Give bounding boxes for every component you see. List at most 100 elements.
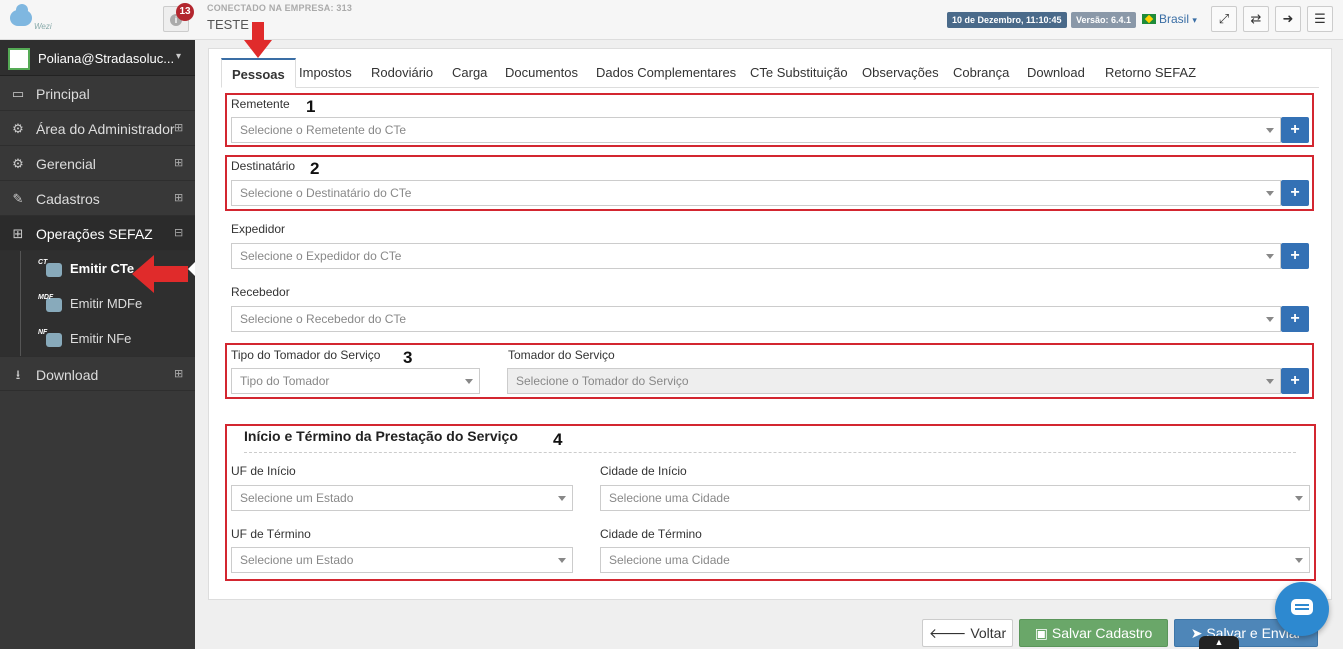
section-divider [244, 452, 1296, 453]
chat-widget-button[interactable] [1275, 582, 1329, 636]
red-arrow-left-annotation [132, 255, 188, 293]
recebedor-placeholder: Selecione o Recebedor do CTe [240, 312, 407, 326]
expand-icon: ⊞ [174, 157, 184, 169]
tab-documentos[interactable]: Documentos [495, 58, 588, 88]
notifications-button[interactable]: i 13 [163, 3, 194, 32]
fullscreen-button[interactable]: ⤢ [1211, 6, 1237, 32]
tomador-label: Tomador do Serviço [508, 348, 615, 362]
tab-pessoas[interactable]: Pessoas [221, 58, 296, 88]
tab-impostos[interactable]: Impostos [289, 58, 362, 88]
uf-termino-select[interactable]: Selecione um Estado [231, 547, 573, 573]
destinatario-select[interactable]: Selecione o Destinatário do CTe [231, 180, 1281, 206]
tab-retorno-sefaz[interactable]: Retorno SEFAZ [1095, 58, 1206, 88]
cidade-termino-placeholder: Selecione uma Cidade [609, 553, 730, 567]
caret-down-icon [1295, 496, 1303, 501]
user-menu[interactable]: Poliana@Stradasoluc... ▾ [0, 40, 195, 76]
back-button[interactable]: 🡐 Voltar [922, 619, 1013, 647]
sidebar-item-download[interactable]: ⭳ Download ⊞ [0, 356, 195, 391]
datetime-badge: 10 de Dezembro, 11:10:45 [947, 12, 1067, 28]
sidebar-item-cadastros[interactable]: ✎ Cadastros ⊞ [0, 181, 195, 216]
gears-icon: ⚙ [12, 121, 24, 136]
cte-document-icon: CT [38, 259, 66, 279]
tab-cobranca[interactable]: Cobrança [943, 58, 1019, 88]
tab-observacoes[interactable]: Observações [852, 58, 949, 88]
language-label: Brasil [1159, 12, 1190, 26]
avatar [8, 48, 30, 70]
app-logo[interactable]: Wezi [6, 4, 54, 36]
remetente-placeholder: Selecione o Remetente do CTe [240, 123, 407, 137]
windows-icon: ⊞ [12, 226, 24, 241]
annotation-number-2: 2 [310, 159, 320, 178]
top-header: Wezi i 13 CONECTADO NA EMPRESA: 313 TEST… [0, 0, 1343, 40]
cidade-inicio-label: Cidade de Início [600, 464, 687, 478]
collapse-icon: ⊟ [174, 227, 184, 239]
cidade-termino-select[interactable]: Selecione uma Cidade [600, 547, 1310, 573]
company-connection-label: CONECTADO NA EMPRESA: 313 [207, 3, 353, 13]
add-expedidor-button[interactable]: + [1281, 243, 1309, 269]
add-remetente-button[interactable]: + [1281, 117, 1309, 143]
caret-down-icon [558, 496, 566, 501]
save-button[interactable]: ▣ Salvar Cadastro [1019, 619, 1168, 647]
red-arrow-down-annotation [244, 22, 272, 62]
menu-button[interactable]: ☰ [1307, 6, 1333, 32]
sidebar-item-label: Área do Administrador [36, 121, 175, 137]
sidebar-item-label: Gerencial [36, 156, 96, 172]
sidebar-subitem-label: Emitir NFe [70, 331, 132, 346]
remetente-select[interactable]: Selecione o Remetente do CTe [231, 117, 1281, 143]
chevron-up-icon: ▲ [1214, 637, 1224, 647]
nfe-document-icon: NF [38, 329, 66, 349]
annotation-number-1: 1 [306, 97, 316, 116]
sidebar-item-principal[interactable]: ▭ Principal [0, 76, 195, 111]
sidebar-item-label: Principal [36, 86, 90, 102]
tipo-tomador-select[interactable]: Tipo do Tomador [231, 368, 480, 394]
sidebar-item-gerencial[interactable]: ⚙ Gerencial ⊞ [0, 146, 195, 181]
sidebar-item-operacoes-sefaz[interactable]: ⊞ Operações SEFAZ ⊟ [0, 216, 195, 251]
cidade-inicio-placeholder: Selecione uma Cidade [609, 491, 730, 505]
uf-termino-placeholder: Selecione um Estado [240, 553, 354, 567]
expedidor-select[interactable]: Selecione o Expedidor do CTe [231, 243, 1281, 269]
sidebar-item-label: Operações SEFAZ [36, 226, 153, 242]
tomador-select[interactable]: Selecione o Tomador do Serviço [507, 368, 1281, 394]
sidebar-subitem-emitir-nfe[interactable]: NF Emitir NFe [0, 321, 195, 356]
annotation-number-4: 4 [553, 430, 563, 449]
expand-icon: ⤢ [1218, 11, 1230, 26]
tab-cte-substituicao[interactable]: CTe Substituição [740, 58, 858, 88]
uf-inicio-select[interactable]: Selecione um Estado [231, 485, 573, 511]
logout-icon: ➜ [1282, 11, 1294, 26]
annotation-number-3: 3 [403, 348, 413, 367]
add-destinatario-button[interactable]: + [1281, 180, 1309, 206]
user-name: Poliana@Stradasoluc... [38, 51, 175, 66]
tab-rodoviario[interactable]: Rodoviário [361, 58, 443, 88]
expand-icon: ⊞ [174, 368, 184, 380]
sidebar-item-administrador[interactable]: ⚙ Área do Administrador ⊞ [0, 111, 195, 146]
remetente-label: Remetente [231, 97, 290, 111]
uf-inicio-label: UF de Início [231, 464, 296, 478]
hamburger-icon: ☰ [1314, 11, 1326, 26]
chevron-down-icon: ▾ [176, 51, 182, 62]
notifications-badge: 13 [176, 3, 194, 21]
language-selector[interactable]: Brasil ▾ [1142, 12, 1197, 26]
expedidor-placeholder: Selecione o Expedidor do CTe [240, 249, 402, 263]
recebedor-select[interactable]: Selecione o Recebedor do CTe [231, 306, 1281, 332]
caret-down-icon [1266, 379, 1274, 384]
refresh-button[interactable]: ⇄ [1243, 6, 1269, 32]
download-icon: ⭳ [15, 367, 21, 382]
recebedor-label: Recebedor [231, 285, 290, 299]
scroll-up-tab[interactable]: ▲ [1199, 636, 1239, 649]
cloud-logo-icon [10, 4, 32, 26]
expand-icon: ⊞ [174, 192, 184, 204]
tab-carga[interactable]: Carga [442, 58, 497, 88]
company-name: TESTE [207, 17, 249, 32]
tab-dados-complementares[interactable]: Dados Complementares [586, 58, 746, 88]
caret-down-icon [465, 379, 473, 384]
add-tomador-button[interactable]: + [1281, 368, 1309, 394]
caret-down-icon [1295, 558, 1303, 563]
cidade-inicio-select[interactable]: Selecione uma Cidade [600, 485, 1310, 511]
laptop-icon: ▭ [11, 86, 25, 101]
sidebar: Poliana@Stradasoluc... ▾ ▭ Principal ⚙ Á… [0, 40, 195, 649]
tab-download[interactable]: Download [1017, 58, 1095, 88]
add-recebedor-button[interactable]: + [1281, 306, 1309, 332]
sidebar-subitem-label: Emitir CTe [70, 261, 135, 276]
icon-tag: NF [38, 329, 48, 336]
logout-button[interactable]: ➜ [1275, 6, 1301, 32]
